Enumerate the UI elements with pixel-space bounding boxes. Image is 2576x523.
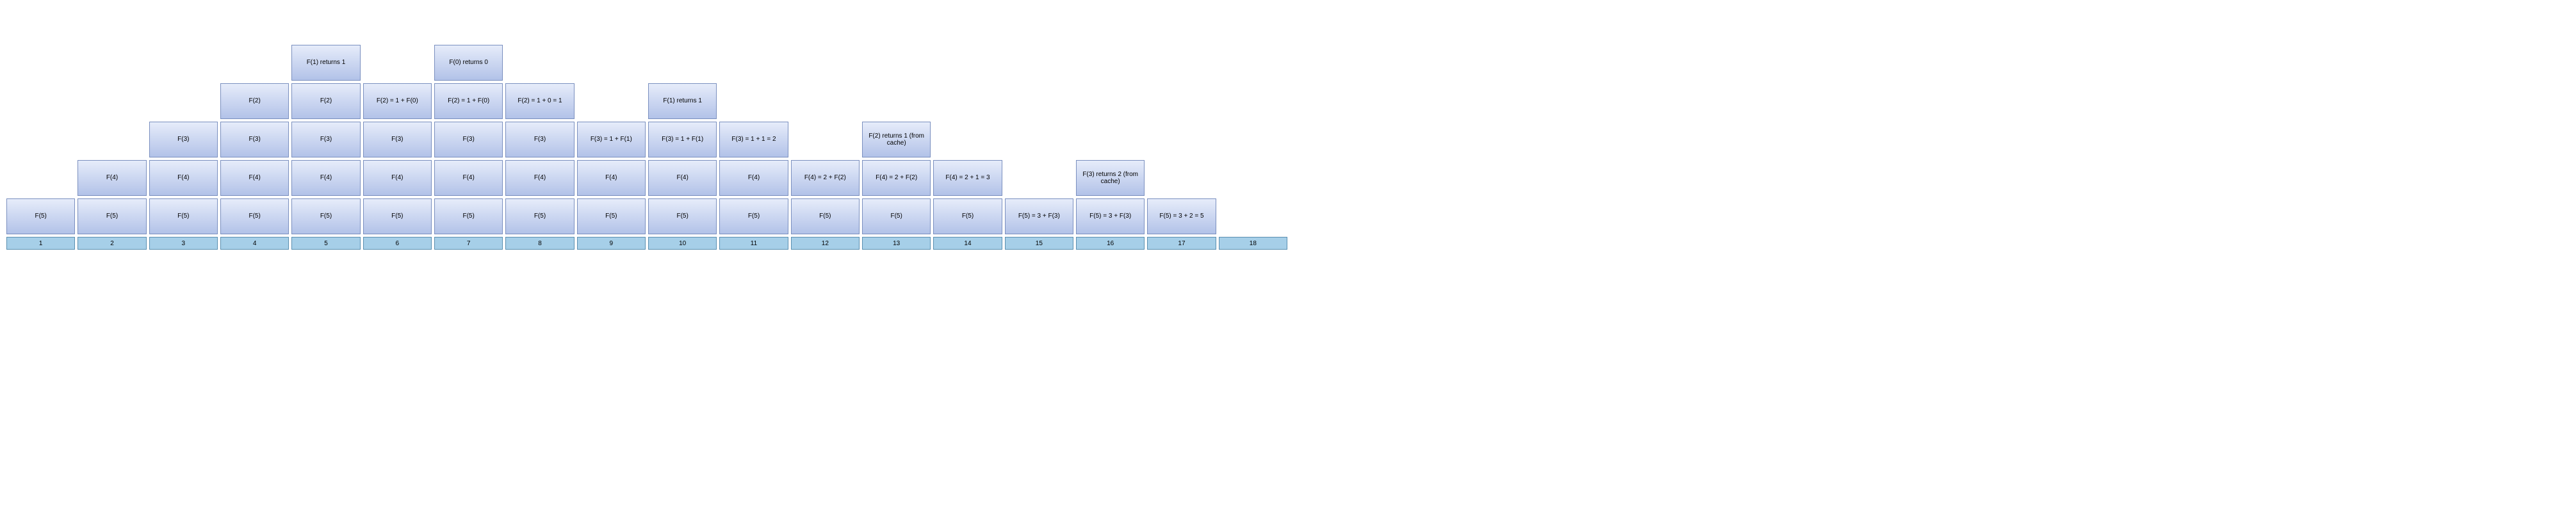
stack-cell: F(4) [363,160,432,196]
step-label: 3 [149,237,218,250]
stack-cell: F(3) [363,122,432,157]
stack-cell: F(4) [719,160,788,196]
stack-cell: F(3) [149,122,218,157]
stack-cell: F(5) = 3 + F(3) [1076,198,1145,234]
stack-cell: F(1) returns 1 [648,83,717,119]
stack-cell: F(3) = 1 + 1 = 2 [719,122,788,157]
stack-cell: F(4) = 2 + 1 = 3 [933,160,1002,196]
step-label: 1 [6,237,75,250]
stack-cell: F(5) [363,198,432,234]
stack-cell: F(2) [220,83,289,119]
fibonacci-callstack-diagram: F(5)F(5)F(4)F(5)F(4)F(3)F(5)F(4)F(3)F(2)… [6,6,1287,250]
step-label: 14 [933,237,1002,250]
step-label: 15 [1005,237,1073,250]
step-label: 18 [1219,237,1287,250]
stack-cell: F(4) [220,160,289,196]
step-label: 10 [648,237,717,250]
stack-cell: F(4) [291,160,360,196]
stack-cell: F(5) [6,198,75,234]
step-label: 11 [719,237,788,250]
stack-cell: F(3) = 1 + F(1) [577,122,646,157]
stack-cell: F(5) [149,198,218,234]
stack-cell: F(2) = 1 + F(0) [363,83,432,119]
stack-cell: F(5) [220,198,289,234]
step-label: 17 [1147,237,1216,250]
stack-cell: F(5) [291,198,360,234]
stack-cell: F(2) returns 1 (from cache) [862,122,931,157]
step-label: 4 [220,237,289,250]
stack-cell: F(5) [862,198,931,234]
stack-cell: F(4) [648,160,717,196]
stack-cell: F(5) [719,198,788,234]
stack-cell: F(4) = 2 + F(2) [791,160,860,196]
stack-cell: F(5) [434,198,503,234]
stack-cell: F(4) [577,160,646,196]
stack-cell: F(2) = 1 + F(0) [434,83,503,119]
stack-cell: F(4) = 2 + F(2) [862,160,931,196]
step-label: 5 [291,237,360,250]
stack-cell: F(3) returns 2 (from cache) [1076,160,1145,196]
stack-cell: F(3) [505,122,574,157]
stack-cell: F(5) [577,198,646,234]
step-label: 8 [505,237,574,250]
step-label: 9 [577,237,646,250]
stack-cell: F(5) = 3 + F(3) [1005,198,1073,234]
stack-cell: F(3) = 1 + F(1) [648,122,717,157]
stack-cell: F(4) [434,160,503,196]
stack-cell: F(1) returns 1 [291,45,360,81]
step-label: 7 [434,237,503,250]
stack-cell: F(5) [791,198,860,234]
stack-cell: F(4) [149,160,218,196]
step-label: 12 [791,237,860,250]
stack-cell: F(2) [291,83,360,119]
stack-cell: F(5) [933,198,1002,234]
step-label: 16 [1076,237,1145,250]
stack-cell: F(0) returns 0 [434,45,503,81]
stack-cell: F(4) [77,160,146,196]
stack-cell: F(5) [648,198,717,234]
stack-cell: F(5) = 3 + 2 = 5 [1147,198,1216,234]
stack-cell: F(2) = 1 + 0 = 1 [505,83,574,119]
stack-cell: F(5) [77,198,146,234]
step-label: 6 [363,237,432,250]
stack-cell: F(5) [505,198,574,234]
stack-cell: F(3) [434,122,503,157]
step-label: 2 [77,237,146,250]
stack-cell: F(4) [505,160,574,196]
stack-cell: F(3) [291,122,360,157]
stack-cell: F(3) [220,122,289,157]
step-label: 13 [862,237,931,250]
